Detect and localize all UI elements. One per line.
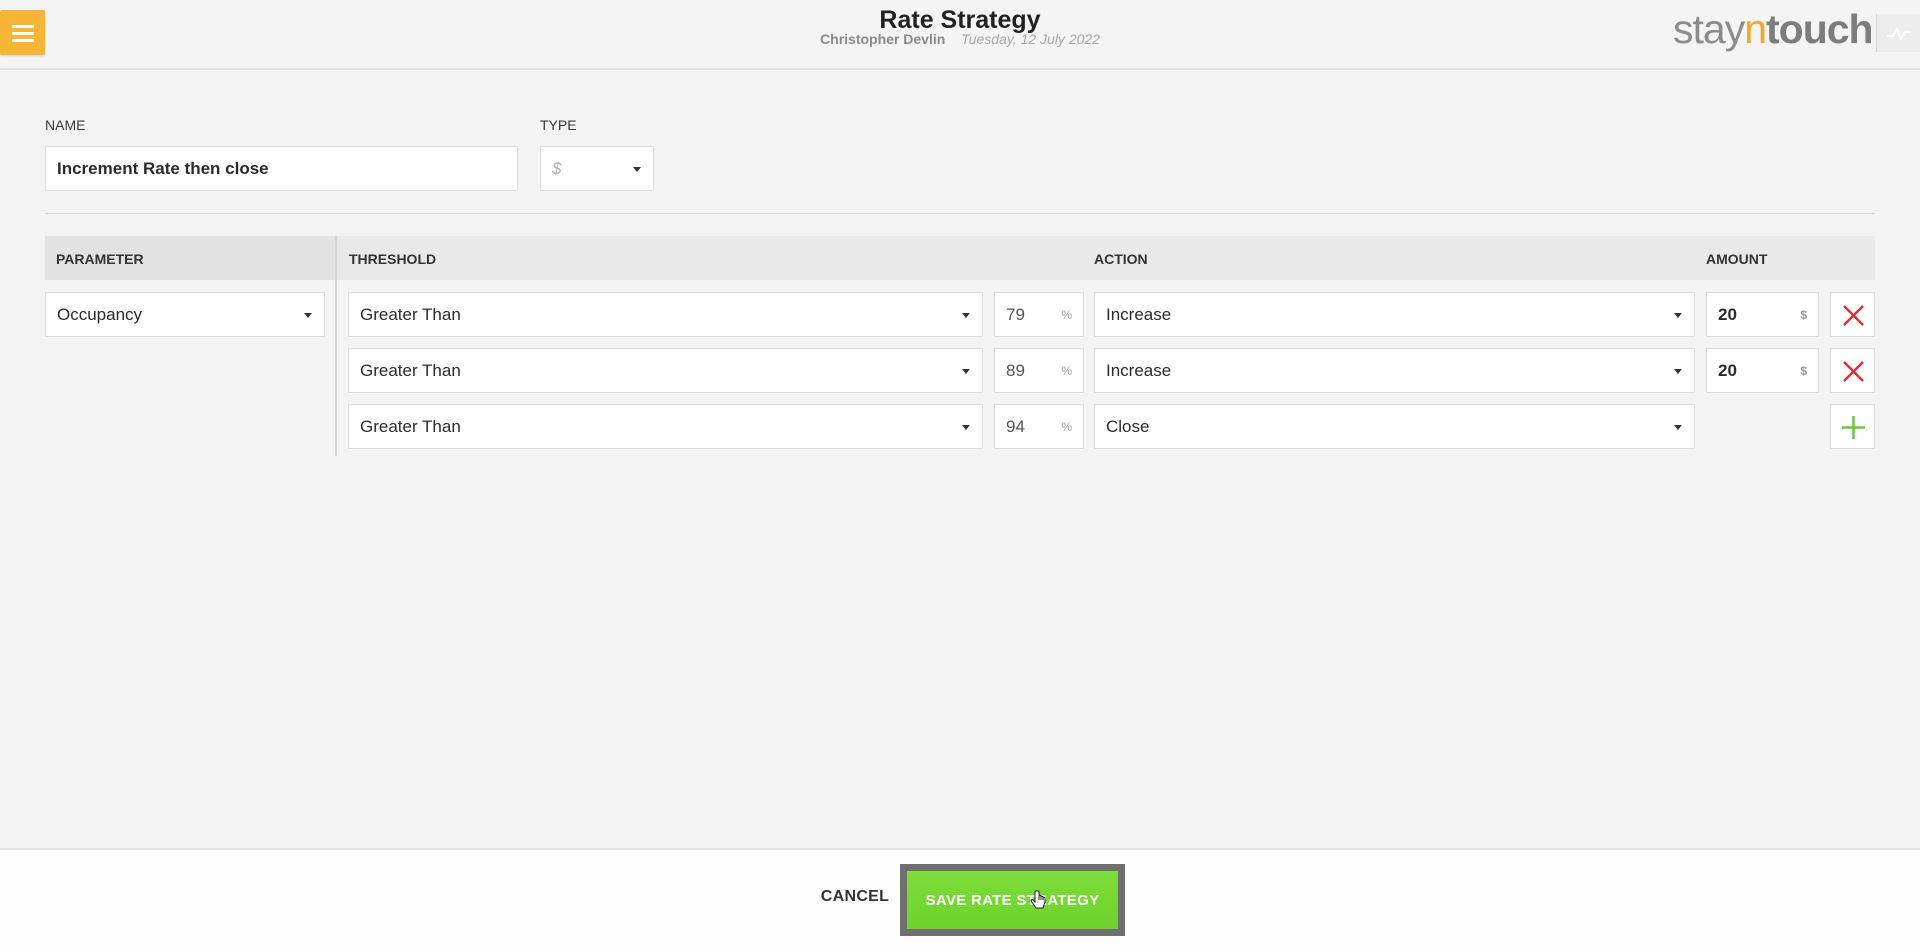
type-select[interactable]: $ [540,146,654,191]
threshold-value-input[interactable]: 94 % [994,404,1084,449]
comparison-value: Greater Than [360,416,461,436]
chevron-down-icon [304,312,312,318]
section-divider [45,213,1875,214]
threshold-value-input[interactable]: 89 % [994,348,1084,393]
amount-header: AMOUNT [1706,251,1768,267]
threshold-header: THRESHOLD [349,251,437,267]
name-value: Increment Rate then close [57,158,269,178]
amount-value: 20 [1718,360,1737,380]
chevron-down-icon [962,368,970,374]
threshold-value-input[interactable]: 79 % [994,292,1084,337]
close-icon [1843,305,1864,326]
cancel-button[interactable]: CANCEL [810,888,900,906]
column-divider [335,236,337,456]
threshold-comparison-select[interactable]: Greater Than [348,348,983,393]
stayntouch-logo: stayntouch [1673,6,1874,52]
action-select[interactable]: Increase [1094,348,1695,393]
chevron-down-icon [962,312,970,318]
chevron-down-icon [962,424,970,430]
comparison-value: Greater Than [360,360,461,380]
remove-rule-button[interactable] [1830,292,1875,337]
amount-input[interactable]: 20 $ [1706,292,1819,337]
close-icon [1843,361,1864,382]
remove-rule-button[interactable] [1830,348,1875,393]
user-date-line: Christopher Devlin Tuesday, 12 July 2022 [0,31,1920,47]
type-value: $ [552,158,562,178]
action-select[interactable]: Increase [1094,292,1695,337]
plus-icon [1842,416,1865,439]
threshold-value: 89 [1006,360,1025,380]
name-input[interactable]: Increment Rate then close [45,146,518,191]
top-bar: Rate Strategy Christopher Devlin Tuesday… [0,0,1920,70]
add-rule-button[interactable] [1830,404,1875,449]
chevron-down-icon [1674,424,1682,430]
user-name: Christopher Devlin [820,31,946,47]
percent-unit: % [1061,363,1072,378]
action-header: ACTION [1094,251,1148,267]
percent-unit: % [1061,307,1072,322]
chevron-down-icon [1674,368,1682,374]
threshold-value: 94 [1006,416,1025,436]
comparison-value: Greater Than [360,304,461,324]
current-date: Tuesday, 12 July 2022 [961,31,1100,47]
currency-unit: $ [1800,363,1807,378]
chevron-down-icon [1674,312,1682,318]
action-select[interactable]: Close [1094,404,1695,449]
percent-unit: % [1061,419,1072,434]
save-button-label: SAVE RATE STRATEGY [925,891,1100,909]
parameter-select[interactable]: Occupancy [45,292,325,337]
action-value: Increase [1106,304,1172,324]
amount-value: 20 [1718,304,1737,324]
threshold-value: 79 [1006,304,1025,324]
parameter-header: PARAMETER [56,251,144,267]
threshold-comparison-select[interactable]: Greater Than [348,292,983,337]
action-value: Increase [1106,360,1172,380]
parameter-value: Occupancy [57,304,143,324]
chevron-down-icon [633,166,641,172]
currency-unit: $ [1800,307,1807,322]
type-label: TYPE [540,117,577,133]
action-value: Close [1106,416,1150,436]
hand-cursor-icon [1030,890,1046,909]
threshold-comparison-select[interactable]: Greater Than [348,404,983,449]
save-rate-strategy-button[interactable]: SAVE RATE STRATEGY [907,871,1118,929]
activity-graph-icon[interactable] [1876,14,1920,52]
amount-input[interactable]: 20 $ [1706,348,1819,393]
name-label: NAME [45,117,86,133]
